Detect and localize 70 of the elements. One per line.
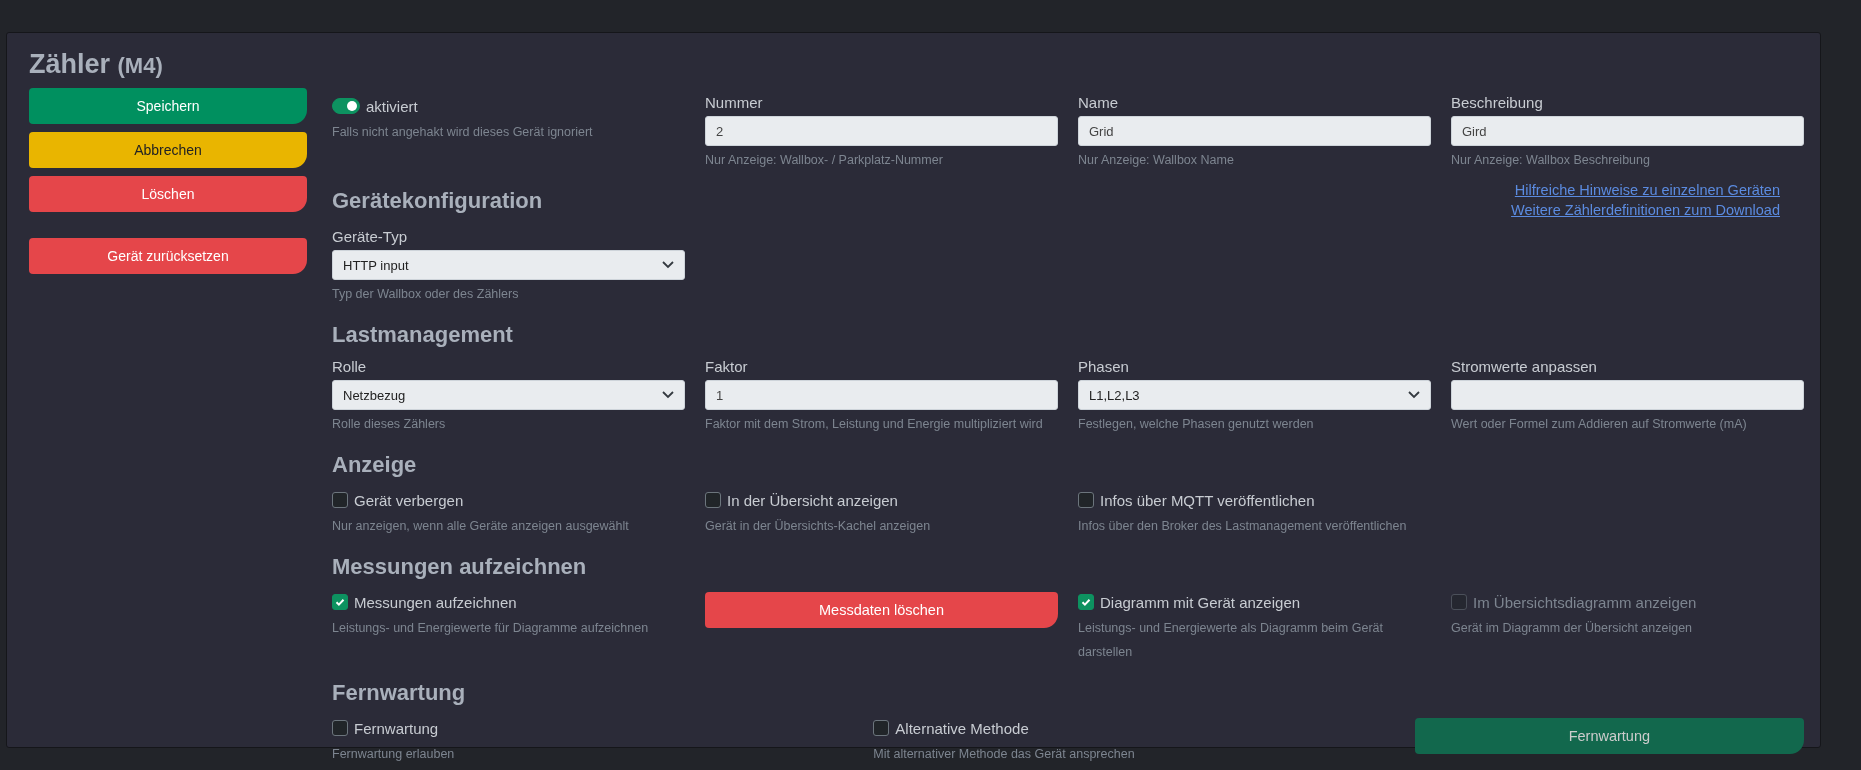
hint-text: Leistungs- und Energiewerte als Diagramm beim Gerät darstellen <box>1078 620 1384 661</box>
field-label: Nummer <box>705 94 764 111</box>
check-icon <box>1080 596 1092 608</box>
checkbox-label: Im Übersichtsdiagramm anzeigen <box>1473 593 1697 611</box>
hint-text: Rolle dieses Zählers <box>332 416 447 433</box>
device-id: (M4) <box>117 53 163 78</box>
section-heading: Gerätekonfiguration <box>332 188 543 214</box>
checkbox[interactable] <box>332 492 348 508</box>
checkbox-label: Fernwartung <box>354 719 439 737</box>
field-label: Faktor <box>705 358 749 375</box>
text-field[interactable]: Grid <box>1078 116 1431 146</box>
checkbox[interactable] <box>1078 492 1094 508</box>
chevron-down-icon <box>662 261 674 269</box>
hint-text: Gerät in der Übersichts-Kachel anzeigen <box>705 518 932 535</box>
hint-text: Gerät im Diagramm der Übersicht anzeigen <box>1451 620 1694 637</box>
checkbox-label: In der Übersicht anzeigen <box>727 491 898 509</box>
hint-text: Fernwartung erlauben <box>332 746 456 763</box>
switch-label: aktiviert <box>366 97 418 115</box>
field-label: Beschreibung <box>1451 94 1544 111</box>
remote-button[interactable]: Fernwartung <box>1414 718 1804 754</box>
checkbox[interactable] <box>705 492 721 508</box>
select-field[interactable]: HTTP input <box>332 250 685 280</box>
page-title: Zähler (M4) <box>29 49 164 80</box>
help-link[interactable]: Hilfreiche Hinweise zu einzelnen Geräten <box>1514 182 1780 198</box>
checkbox[interactable] <box>332 720 348 736</box>
hint-text: Faktor mit dem Strom, Leistung und Energie multipliziert wird <box>705 416 1044 433</box>
text-field[interactable] <box>1451 380 1804 410</box>
checkbox-label: Alternative Methode <box>895 719 1029 737</box>
help-link[interactable]: Weitere Zählerdefinitionen zum Download <box>1511 202 1780 218</box>
checkbox[interactable] <box>1078 594 1094 610</box>
hint-text: Leistungs- und Energiewerte für Diagramme aufzeichnen <box>332 620 650 637</box>
chevron-down-icon <box>662 391 674 399</box>
text-field[interactable]: Gird <box>1451 116 1804 146</box>
checkbox-label: Gerät verbergen <box>354 491 464 509</box>
text-field[interactable]: 2 <box>705 116 1058 146</box>
cancel-button[interactable]: Abbrechen <box>29 132 307 168</box>
checkbox-label: Diagramm mit Gerät anzeigen <box>1100 593 1301 611</box>
check-icon <box>334 596 346 608</box>
field-label: Geräte-Typ <box>332 228 409 245</box>
hint-text: Mit alternativer Methode das Gerät ansprechen <box>873 746 1136 763</box>
save-button[interactable]: Speichern <box>29 88 307 124</box>
field-label: Name <box>1078 94 1119 111</box>
toggle-switch[interactable] <box>332 98 360 114</box>
checkbox-label: Messungen aufzeichnen <box>354 593 517 611</box>
reset-button[interactable]: Gerät zurücksetzen <box>29 238 307 274</box>
hint-text: Falls nicht angehakt wird dieses Gerät ignoriert <box>332 124 594 141</box>
hint-text: Infos über den Broker des Lastmanagement veröffentlichen <box>1078 518 1408 535</box>
hint-text: Nur Anzeige: Wallbox Name <box>1078 152 1235 169</box>
section-heading: Anzeige <box>332 452 417 478</box>
section-heading: Messungen aufzeichnen <box>332 554 587 580</box>
delete-data-button[interactable]: Messdaten löschen <box>705 592 1058 628</box>
field-label: Rolle <box>332 358 368 375</box>
hint-text: Wert oder Formel zum Addieren auf Stromwerte (mA) <box>1451 416 1748 433</box>
hint-text: Nur anzeigen, wenn alle Geräte anzeigen ausgewählt <box>332 518 630 535</box>
select-field[interactable]: Netzbezug <box>332 380 685 410</box>
field-label: Stromwerte anpassen <box>1451 358 1598 375</box>
hint-text: Typ der Wallbox oder des Zählers <box>332 286 520 303</box>
hint-text: Nur Anzeige: Wallbox- / Parkplatz-Nummer <box>705 152 944 169</box>
section-heading: Fernwartung <box>332 680 466 706</box>
hint-text: Festlegen, welche Phasen genutzt werden <box>1078 416 1315 433</box>
checkbox[interactable] <box>873 720 890 736</box>
delete-button[interactable]: Löschen <box>29 176 307 212</box>
checkbox[interactable] <box>332 594 348 610</box>
select-field[interactable]: L1,L2,L3 <box>1078 380 1431 410</box>
field-label: Phasen <box>1078 358 1130 375</box>
section-heading: Lastmanagement <box>332 322 513 348</box>
hint-text: Nur Anzeige: Wallbox Beschreibung <box>1451 152 1651 169</box>
chevron-down-icon <box>1408 391 1420 399</box>
checkbox-label: Infos über MQTT veröffentlichen <box>1100 491 1315 509</box>
text-field[interactable]: 1 <box>705 380 1058 410</box>
